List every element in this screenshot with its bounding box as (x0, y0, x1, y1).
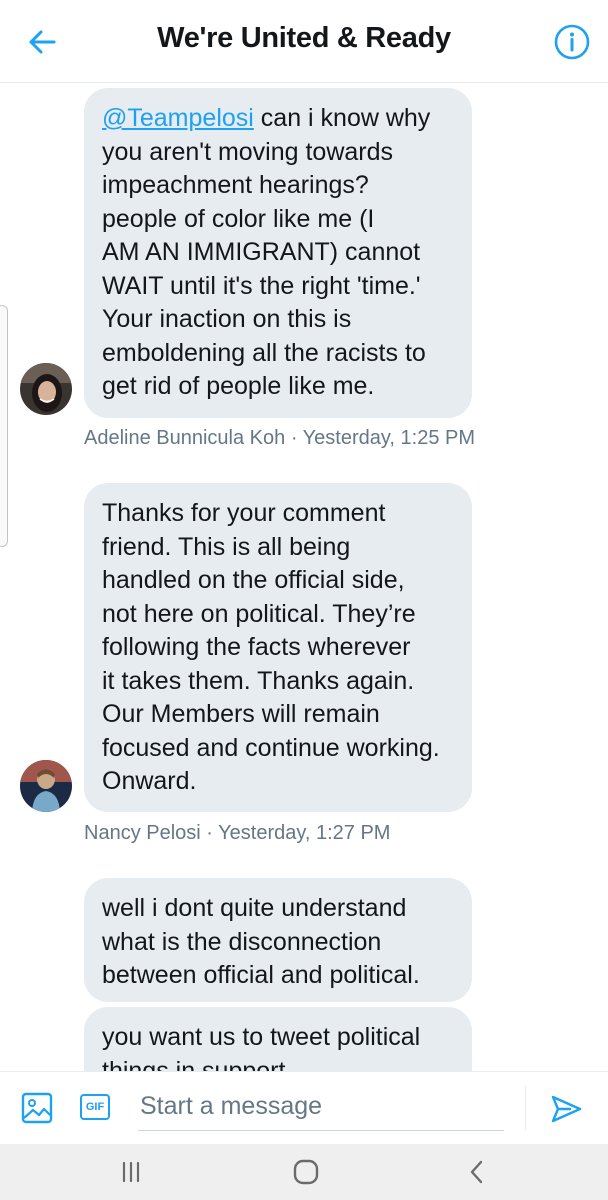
message-line: focused and continue working. (102, 733, 440, 762)
message-list[interactable]: @Teampelosi can i know why you aren't mo… (0, 83, 608, 1071)
scroll-edge-indicator (0, 305, 8, 547)
mention-link[interactable]: @Teampelosi (102, 104, 254, 132)
message-line: handled on the official side, (102, 566, 405, 594)
send-icon[interactable] (548, 1091, 584, 1127)
message-bubble[interactable]: @Teampelosi can i know why you aren't mo… (84, 88, 472, 418)
message-line: you aren't moving towards (102, 137, 394, 166)
message-line: get rid of people like me. (102, 372, 375, 400)
message-line: Onward. (102, 767, 197, 795)
divider (525, 1086, 526, 1130)
info-circle-icon[interactable] (553, 23, 591, 61)
message-text: can i know why (253, 104, 431, 132)
message-line: Your inaction on this is (102, 305, 352, 333)
conversation-header: We're United & Ready (0, 0, 608, 83)
conversation-title: We're United & Ready (157, 22, 451, 54)
message-line: not here on political. They’re (102, 599, 416, 628)
image-icon[interactable] (20, 1091, 54, 1125)
message-line: things in support (102, 1056, 286, 1072)
message-line: following the facts wherever (102, 633, 411, 661)
message-input[interactable] (138, 1082, 504, 1131)
home-icon[interactable] (291, 1157, 321, 1187)
message-line: WAIT until it's the right 'time.' (102, 271, 421, 300)
system-navigation-bar (0, 1144, 608, 1200)
message-line: AM AN IMMIGRANT) cannot (102, 238, 421, 266)
message-line: Our Members will remain (102, 700, 380, 728)
avatar[interactable] (20, 760, 72, 812)
message-composer: GIF (0, 1071, 608, 1145)
message-line: it takes them. Thanks again. (102, 666, 415, 695)
message-line: what is the disconnection (102, 927, 382, 956)
message-line: you want us to tweet political (102, 1023, 421, 1051)
message-line: people of color like me (I (102, 204, 375, 233)
avatar[interactable] (20, 363, 72, 415)
message-line: between official and political. (102, 961, 420, 989)
recent-apps-icon[interactable] (117, 1158, 145, 1186)
message-line: friend. This is all being (102, 532, 351, 561)
message-line: Thanks for your comment (102, 499, 386, 527)
back-chevron-icon[interactable] (462, 1157, 492, 1187)
message-line: impeachment hearings? (102, 171, 369, 199)
message-line: @Teampelosi can i know why (102, 102, 454, 136)
message-bubble[interactable]: you want us to tweet political things in… (84, 1007, 472, 1071)
message-meta: Nancy Pelosi · Yesterday, 1:27 PM (84, 822, 391, 844)
message-bubble[interactable]: well i dont quite understand what is the… (84, 878, 472, 1002)
message-meta: Adeline Bunnicula Koh · Yesterday, 1:25 … (84, 427, 475, 449)
message-bubble[interactable]: Thanks for your comment friend. This is … (84, 483, 472, 812)
message-line: well i dont quite understand (102, 894, 407, 922)
message-line: emboldening all the racists to (102, 338, 426, 367)
gif-button[interactable]: GIF (80, 1094, 110, 1120)
